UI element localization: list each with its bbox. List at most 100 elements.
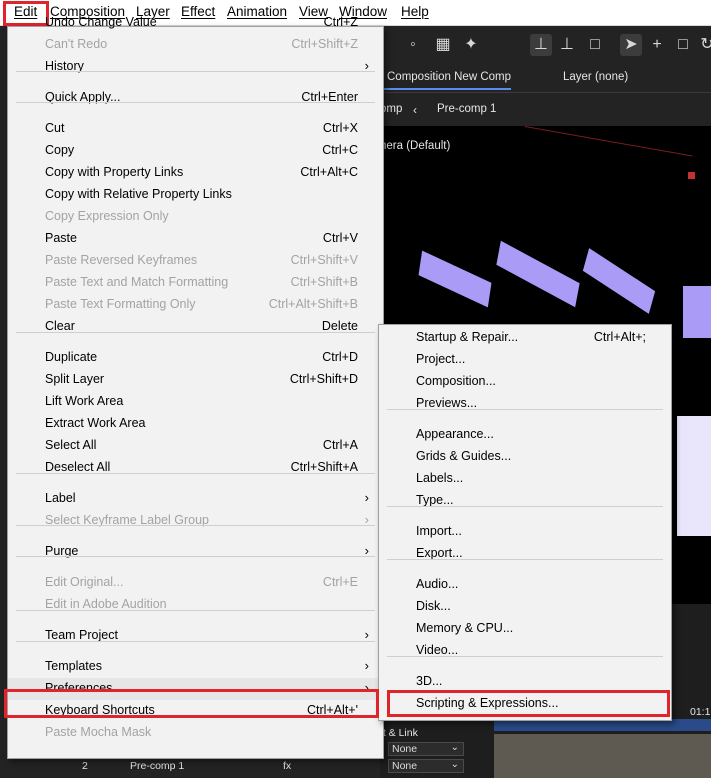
edit-menu-item-cut[interactable]: Cut Ctrl+X <box>8 118 383 140</box>
edit-menu-item-clear[interactable]: Clear Delete <box>8 316 383 338</box>
chevron-down-icon: ⌄ <box>450 759 459 770</box>
pin-icon[interactable]: ✦ <box>460 34 482 56</box>
pref-menu-item-export[interactable]: Export... <box>379 543 671 565</box>
edit-menu-item-paste-text-formatting-only[interactable]: Paste Text Formatting Only Ctrl+Alt+Shift… <box>8 294 383 316</box>
submenu-arrow-icon: › <box>364 680 369 695</box>
menu-item-shortcut: Ctrl+Alt+' <box>306 703 358 717</box>
pref-menu-item-grids-guides[interactable]: Grids & Guides... <box>379 446 671 468</box>
pref-menu-item-appearance[interactable]: Appearance... <box>379 424 671 446</box>
edit-menu-item-select-keyframe-label-group[interactable]: Select Keyframe Label Group › <box>8 510 383 532</box>
breadcrumb-precomp[interactable]: Pre-comp 1 <box>437 103 496 115</box>
pref-menu-item-labels[interactable]: Labels... <box>379 468 671 490</box>
edit-menu-item-deselect-all[interactable]: Deselect All Ctrl+Shift+A <box>8 457 383 479</box>
rotate-icon[interactable]: ↻ <box>696 34 711 56</box>
layer-name[interactable]: Pre-comp 1 <box>130 760 184 772</box>
menu-item-shortcut: Ctrl+Shift+V <box>290 253 358 267</box>
edit-menu-item-extract-work-area[interactable]: Extract Work Area <box>8 413 383 435</box>
edit-menu-item-purge[interactable]: Purge › <box>8 541 383 563</box>
edit-menu-item-history[interactable]: History › <box>8 56 383 78</box>
pref-menu-item-3d[interactable]: 3D... <box>379 671 671 693</box>
menu-item-label: Cut <box>45 121 65 135</box>
edit-menu-item-undo-change-value[interactable]: Undo Change Value Ctrl+Z <box>8 12 383 34</box>
pref-menu-item-composition[interactable]: Composition... <box>379 371 671 393</box>
edit-menu-item-copy-with-property-links[interactable]: Copy with Property Links Ctrl+Alt+C <box>8 162 383 184</box>
menu-separator <box>387 656 663 657</box>
menu-item-shortcut: Ctrl+E <box>322 575 358 589</box>
pref-menu-item-audio[interactable]: Audio... <box>379 574 671 596</box>
shape-bar-1 <box>418 250 492 308</box>
time-label: 01:1 <box>690 706 711 718</box>
edit-menu-item-preferences[interactable]: Preferences › <box>8 678 383 700</box>
pref-menu-item-previews[interactable]: Previews... <box>379 393 671 415</box>
menu-item-shortcut: Ctrl+Shift+Z <box>291 37 358 51</box>
edit-menu-item-team-project[interactable]: Team Project › <box>8 625 383 647</box>
selection-arrow-icon[interactable]: ➤ <box>620 34 642 56</box>
menu-item-label: Paste Mocha Mask <box>45 725 152 739</box>
edit-menu-item-quick-apply[interactable]: Quick Apply... Ctrl+Enter <box>8 87 383 109</box>
parent-select-1[interactable]: None ⌄ <box>388 742 464 756</box>
edit-menu-item-edit-original[interactable]: Edit Original... Ctrl+E <box>8 572 383 594</box>
layer-track[interactable] <box>494 734 711 778</box>
menu-item-label: Clear <box>45 319 75 333</box>
pref-menu-item-import[interactable]: Import... <box>379 521 671 543</box>
pref-menu-item-scripting-expressions[interactable]: Scripting & Expressions... <box>379 693 671 715</box>
edit-menu-item-label[interactable]: Label › <box>8 488 383 510</box>
axis-world-icon[interactable]: ⊥ <box>556 34 578 56</box>
fx-label: fx <box>283 760 292 772</box>
edit-menu-item-duplicate[interactable]: Duplicate Ctrl+D <box>8 347 383 369</box>
pref-menu-item-startup-repair[interactable]: Startup & Repair... Ctrl+Alt+; <box>379 327 671 349</box>
menu-item-shortcut: Ctrl+X <box>322 121 358 135</box>
pref-menu-item-video[interactable]: Video... <box>379 640 671 662</box>
menu-item-label: Select All <box>45 438 97 452</box>
menu-item-label: Paste Reversed Keyframes <box>45 253 198 267</box>
edit-menu-item-paste-text-and-match-formatting[interactable]: Paste Text and Match Formatting Ctrl+Shif… <box>8 272 383 294</box>
menu-item-label: Grids & Guides... <box>416 449 512 463</box>
axis-view-icon[interactable]: □ <box>584 34 606 56</box>
edit-menu-item-lift-work-area[interactable]: Lift Work Area <box>8 391 383 413</box>
menu-item-label: Preferences <box>45 681 113 695</box>
square-icon[interactable]: □ <box>672 34 694 56</box>
edit-menu-item-copy[interactable]: Copy Ctrl+C <box>8 140 383 162</box>
menu-separator <box>16 641 375 642</box>
menu-item-label: Project... <box>416 352 466 366</box>
edit-menu-item-can-t-redo[interactable]: Can't Redo Ctrl+Shift+Z <box>8 34 383 56</box>
menu-item-label: Disk... <box>416 599 451 613</box>
pref-menu-item-type[interactable]: Type... <box>379 490 671 512</box>
pref-menu-item-disk[interactable]: Disk... <box>379 596 671 618</box>
eraser-icon[interactable]: ◦ <box>402 34 424 56</box>
axis-local-icon[interactable]: ⊥ <box>530 34 552 56</box>
guide-line <box>524 126 693 157</box>
tab-layer[interactable]: Layer (none) <box>563 71 628 83</box>
menu-item-label: Memory & CPU... <box>416 621 514 635</box>
menu-item-label: Undo Change Value <box>45 15 157 29</box>
tools-toolbar: ◦ ▦ ✦ ⊥ ⊥ □ ➤ + □ ↻ <box>380 26 711 64</box>
parent-select-2[interactable]: None ⌄ <box>388 759 464 773</box>
menu-separator <box>16 525 375 526</box>
puppet-icon[interactable]: ▦ <box>432 34 454 56</box>
edit-menu-item-keyboard-shortcuts[interactable]: Keyboard Shortcuts Ctrl+Alt+' <box>8 700 383 722</box>
edit-menu-item-split-layer[interactable]: Split Layer Ctrl+Shift+D <box>8 369 383 391</box>
menu-item-shortcut: Ctrl+Alt+C <box>300 165 358 179</box>
menu-item-label: Startup & Repair... <box>416 330 519 344</box>
edit-menu-item-templates[interactable]: Templates › <box>8 656 383 678</box>
menu-item-label: Copy Expression Only <box>45 209 169 223</box>
menu-separator <box>16 102 375 103</box>
pref-menu-item-memory-cpu[interactable]: Memory & CPU... <box>379 618 671 640</box>
menu-item-label: Copy with Property Links <box>45 165 184 179</box>
edit-menu-item-paste[interactable]: Paste Ctrl+V <box>8 228 383 250</box>
menu-item-label: Paste <box>45 231 77 245</box>
submenu-arrow-icon: › <box>364 627 369 642</box>
edit-menu-item-edit-in-adobe-audition[interactable]: Edit in Adobe Audition <box>8 594 383 616</box>
hand-plus-icon[interactable]: + <box>646 34 668 56</box>
edit-menu-item-copy-expression-only[interactable]: Copy Expression Only <box>8 206 383 228</box>
menu-help[interactable]: Help <box>401 4 429 19</box>
menu-item-label: Export... <box>416 546 463 560</box>
edit-menu-item-select-all[interactable]: Select All Ctrl+A <box>8 435 383 457</box>
layer-number: 2 <box>82 760 88 772</box>
tab-composition[interactable]: Composition New Comp <box>387 71 511 83</box>
edit-menu-item-paste-mocha-mask[interactable]: Paste Mocha Mask <box>8 722 383 744</box>
edit-menu-item-paste-reversed-keyframes[interactable]: Paste Reversed Keyframes Ctrl+Shift+V <box>8 250 383 272</box>
chevron-down-icon: ⌄ <box>450 742 459 753</box>
edit-menu-item-copy-with-relative-property-links[interactable]: Copy with Relative Property Links <box>8 184 383 206</box>
pref-menu-item-project[interactable]: Project... <box>379 349 671 371</box>
